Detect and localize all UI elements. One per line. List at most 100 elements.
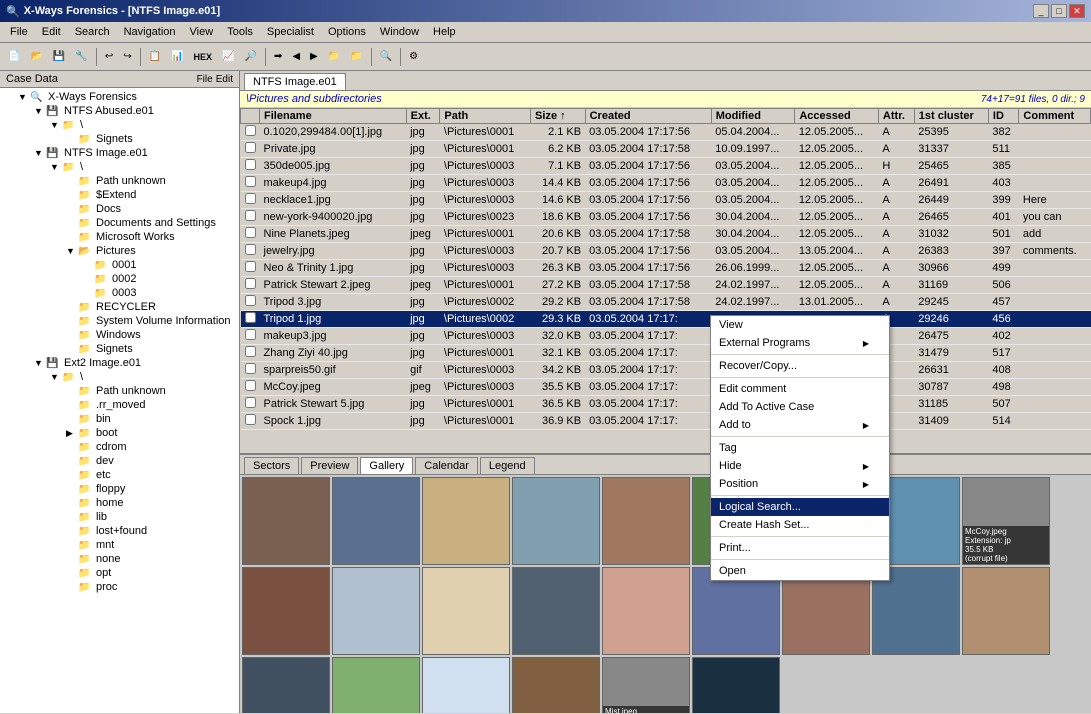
table-row[interactable]: Spock 1.jpg jpg \Pictures\0001 36.9 KB 0… (241, 413, 1091, 430)
table-row[interactable]: 0.1020,299484.00[1].jpg jpg \Pictures\00… (241, 124, 1091, 141)
gallery-thumbnail[interactable] (512, 657, 600, 713)
ctx-menu-item[interactable]: Open (711, 562, 889, 580)
ctx-menu-item[interactable]: Hide▶ (711, 457, 889, 475)
menu-tools[interactable]: Tools (221, 24, 259, 40)
gallery-thumbnail[interactable] (962, 567, 1050, 655)
tree-node-documents[interactable]: 📁 Documents and Settings (2, 216, 237, 230)
btab-calendar[interactable]: Calendar (415, 457, 478, 474)
row-checkbox[interactable] (241, 192, 260, 209)
gallery-thumbnail[interactable] (242, 567, 330, 655)
menu-file[interactable]: File (4, 24, 34, 40)
minimize-button[interactable]: _ (1033, 4, 1049, 18)
tree-node-p0003[interactable]: 📁 0003 (2, 286, 237, 300)
tb-hex[interactable]: HEX (190, 46, 217, 68)
row-checkbox[interactable] (241, 277, 260, 294)
table-row[interactable]: Zhang Ziyi 40.jpg jpg \Pictures\0001 32.… (241, 345, 1091, 362)
row-checkbox[interactable] (241, 141, 260, 158)
ctx-menu-item[interactable]: Print... (711, 539, 889, 557)
tree-node-rr[interactable]: 📁 .rr_moved (2, 398, 237, 412)
table-row[interactable]: Nine Planets.jpeg jpeg \Pictures\0001 20… (241, 226, 1091, 243)
tree-node-home[interactable]: 📁 home (2, 496, 237, 510)
tb-nav3[interactable]: ▶ (306, 46, 322, 68)
col-ext[interactable]: Ext. (406, 109, 440, 124)
row-checkbox[interactable] (241, 396, 260, 413)
case-file-menu[interactable]: File (197, 74, 213, 85)
row-checkbox[interactable] (241, 226, 260, 243)
table-row[interactable]: Neo & Trinity 1.jpg jpg \Pictures\0003 2… (241, 260, 1091, 277)
menu-specialist[interactable]: Specialist (261, 24, 320, 40)
tb-nav2[interactable]: ◀ (288, 46, 304, 68)
tree-node-ext2-root[interactable]: ▼ 📁 \ (2, 370, 237, 384)
row-checkbox[interactable] (241, 311, 260, 328)
toggle[interactable]: ▼ (50, 120, 62, 130)
row-checkbox[interactable] (241, 362, 260, 379)
menu-view[interactable]: View (184, 24, 220, 40)
toggle[interactable]: ▼ (34, 148, 46, 158)
menu-edit[interactable]: Edit (36, 24, 67, 40)
ctx-menu-item[interactable]: Position▶ (711, 475, 889, 493)
tree-node-p0002[interactable]: 📁 0002 (2, 272, 237, 286)
row-checkbox[interactable] (241, 243, 260, 260)
gallery-thumbnail[interactable] (242, 657, 330, 713)
file-table-container[interactable]: Filename Ext. Path Size ↑ Created Modifi… (240, 108, 1091, 453)
row-checkbox[interactable] (241, 413, 260, 430)
tree-node-pictures[interactable]: ▼ 📂 Pictures (2, 244, 237, 258)
toggle[interactable]: ▼ (34, 106, 46, 116)
tree-node-windows[interactable]: 📁 Windows (2, 328, 237, 342)
tree-node-xwf[interactable]: ▼ 🔍 X-Ways Forensics (2, 90, 237, 104)
tree-node-dev[interactable]: 📁 dev (2, 454, 237, 468)
gallery-thumbnail[interactable] (422, 477, 510, 565)
tree-node-sysvol[interactable]: 📁 System Volume Information (2, 314, 237, 328)
ctx-menu-item[interactable]: Recover/Copy... (711, 357, 889, 375)
gallery-thumbnail[interactable] (512, 567, 600, 655)
col-size[interactable]: Size ↑ (531, 109, 586, 124)
col-cluster[interactable]: 1st cluster (914, 109, 988, 124)
table-row[interactable]: Patrick Stewart 5.jpg jpg \Pictures\0001… (241, 396, 1091, 413)
gallery-thumbnail[interactable] (332, 477, 420, 565)
tree-node-ntfs-image[interactable]: ▼ 💾 NTFS Image.e01 (2, 146, 237, 160)
tree-node-msworks[interactable]: 📁 Microsoft Works (2, 230, 237, 244)
tree-node-lib[interactable]: 📁 lib (2, 510, 237, 524)
tb-nav5[interactable]: 📁 (346, 46, 366, 68)
row-checkbox[interactable] (241, 209, 260, 226)
table-row[interactable]: McCoy.jpeg jpeg \Pictures\0003 35.5 KB 0… (241, 379, 1091, 396)
tb-view1[interactable]: 📋 (145, 46, 165, 68)
col-created[interactable]: Created (585, 109, 711, 124)
gallery-thumbnail[interactable]: Mist.jpeg Extension: jpeg 53.9 KB (corru… (602, 657, 690, 713)
tree-node-path-unknown2[interactable]: 📁 Path unknown (2, 384, 237, 398)
tb-view3[interactable]: 📈 (218, 46, 238, 68)
col-id[interactable]: ID (988, 109, 1019, 124)
tree-node-path-unknown1[interactable]: 📁 Path unknown (2, 174, 237, 188)
gallery-thumbnail[interactable] (512, 477, 600, 565)
btab-preview[interactable]: Preview (301, 457, 358, 474)
gallery-thumbnail[interactable] (602, 477, 690, 565)
row-checkbox[interactable] (241, 158, 260, 175)
row-checkbox[interactable] (241, 260, 260, 277)
tb-props[interactable]: 🔧 (71, 46, 91, 68)
tree-node-signets1[interactable]: 📁 Signets (2, 132, 237, 146)
row-checkbox[interactable] (241, 124, 260, 141)
maximize-button[interactable]: □ (1051, 4, 1067, 18)
table-row[interactable]: makeup4.jpg jpg \Pictures\0003 14.4 KB 0… (241, 175, 1091, 192)
table-row[interactable]: Tripod 3.jpg jpg \Pictures\0002 29.2 KB … (241, 294, 1091, 311)
gallery-thumbnail[interactable] (242, 477, 330, 565)
tb-nav1[interactable]: ➡ (270, 46, 286, 68)
gallery-thumbnail[interactable] (692, 657, 780, 713)
gallery-thumbnail[interactable] (422, 567, 510, 655)
toggle[interactable]: ▼ (18, 92, 30, 102)
tree-node-abused-root[interactable]: ▼ 📁 \ (2, 118, 237, 132)
tree-node-proc[interactable]: 📁 proc (2, 580, 237, 594)
table-row[interactable]: new-york-9400020.jpg jpg \Pictures\0023 … (241, 209, 1091, 226)
tb-save[interactable]: 💾 (49, 46, 69, 68)
tb-undo[interactable]: ↩ (101, 46, 117, 68)
col-comment[interactable]: Comment (1019, 109, 1091, 124)
table-row[interactable]: Patrick Stewart 2.jpeg jpeg \Pictures\00… (241, 277, 1091, 294)
menu-options[interactable]: Options (322, 24, 372, 40)
close-button[interactable]: ✕ (1069, 4, 1085, 18)
tree-node-mnt[interactable]: 📁 mnt (2, 538, 237, 552)
ctx-menu-item[interactable]: Logical Search... (711, 498, 889, 516)
tb-search[interactable]: 🔍 (376, 46, 396, 68)
row-checkbox[interactable] (241, 328, 260, 345)
row-checkbox[interactable] (241, 175, 260, 192)
row-checkbox[interactable] (241, 379, 260, 396)
